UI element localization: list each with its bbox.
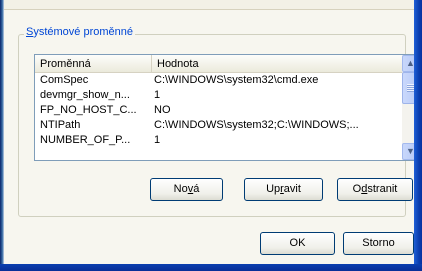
variable-value: C:\WINDOWS\system32\cmd.exe — [154, 74, 319, 86]
edit-button[interactable]: Upravit — [244, 178, 323, 201]
list-header: Proměnná Hodnota — [35, 55, 402, 73]
column-header-value[interactable]: Hodnota — [152, 55, 402, 73]
list-row[interactable]: ComSpec C:\WINDOWS\system32\cmd.exe — [35, 73, 402, 88]
system-variables-label: Systémové proměnné — [24, 26, 136, 38]
ok-button[interactable]: OK — [260, 232, 335, 255]
delete-button[interactable]: Odstranit — [337, 178, 413, 201]
variable-value: 1 — [154, 89, 161, 101]
system-variables-list[interactable]: Proměnná Hodnota ComSpec C:\WINDOWS\syst… — [34, 54, 419, 161]
variable-name: devmgr_show_n... — [40, 89, 130, 101]
variable-name: ComSpec — [40, 74, 89, 86]
list-rows: ComSpec C:\WINDOWS\system32\cmd.exe devm… — [35, 73, 402, 148]
variable-name: FP_NO_HOST_C... — [40, 104, 137, 116]
variable-value: 1 — [154, 134, 161, 146]
window-frame-bottom — [0, 264, 422, 271]
variable-value: NO — [154, 104, 171, 116]
new-button[interactable]: Nová — [150, 178, 223, 201]
top-panel-edge — [4, 0, 414, 10]
list-row[interactable]: NUMBER_OF_P... 1 — [35, 133, 402, 148]
cancel-button[interactable]: Storno — [343, 232, 414, 255]
column-header-variable[interactable]: Proměnná — [35, 55, 152, 73]
list-row[interactable]: NTIPath C:\WINDOWS\system32;C:\WINDOWS;.… — [35, 118, 402, 133]
list-row[interactable]: devmgr_show_n... 1 — [35, 88, 402, 103]
variable-name: NUMBER_OF_P... — [40, 134, 131, 146]
list-row[interactable]: FP_NO_HOST_C... NO — [35, 103, 402, 118]
variable-name: NTIPath — [40, 119, 81, 131]
grip-icon — [407, 84, 414, 92]
window-frame-right — [414, 0, 422, 271]
variable-value: C:\WINDOWS\system32;C:\WINDOWS;... — [154, 119, 359, 131]
